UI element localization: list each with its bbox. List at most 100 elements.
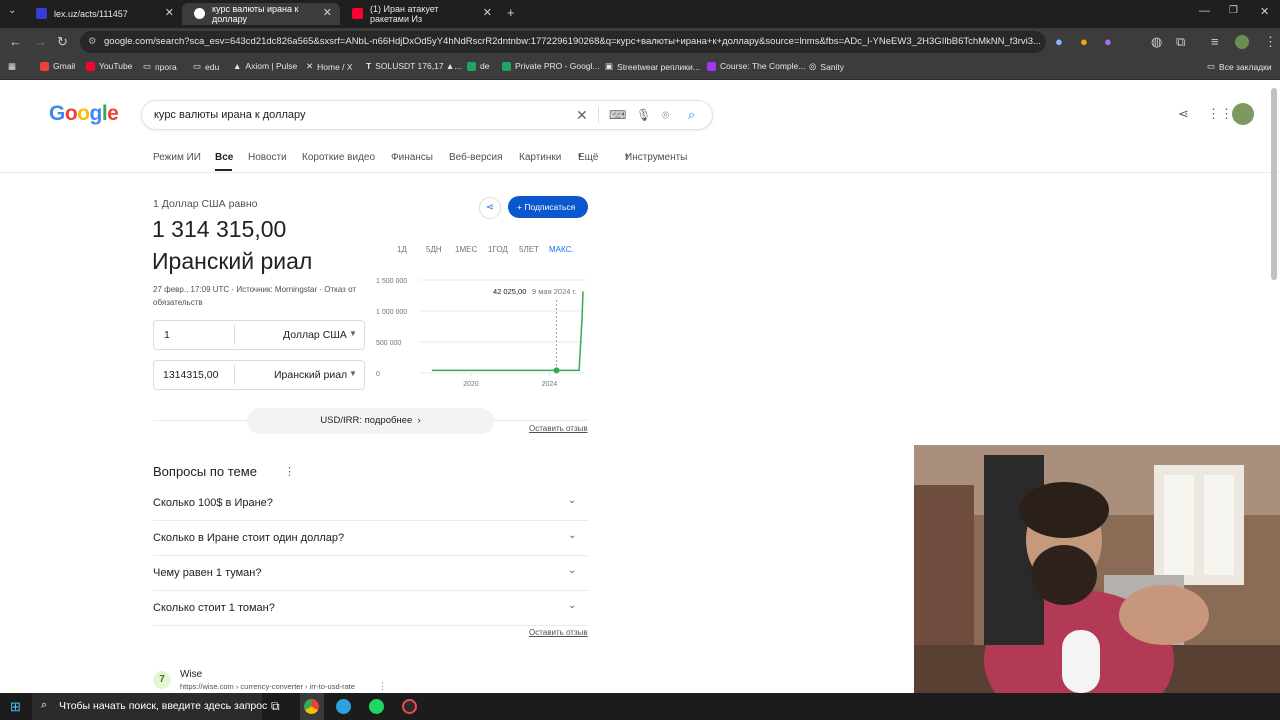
menu-lines-icon[interactable]: ≡ (1211, 34, 1219, 49)
extension-icon[interactable]: ◍ (1151, 34, 1162, 50)
bookmark-de[interactable]: de (467, 61, 489, 71)
kebab-menu-icon[interactable]: ⋮ (1264, 34, 1277, 50)
feedback-link[interactable]: Оставить отзыв (529, 424, 588, 433)
to-amount-input[interactable]: 1314315,00 (163, 369, 218, 381)
range-5d[interactable]: 5ДН (426, 245, 442, 254)
all-bookmarks[interactable]: ▭ Все закладки (1207, 61, 1272, 72)
subscribe-button[interactable]: + Подписаться (508, 196, 588, 218)
bookmark-youtube[interactable]: YouTube (86, 61, 132, 71)
bookmark-x[interactable]: ✕ Home / X (306, 61, 353, 72)
faq-item[interactable]: Сколько стоит 1 томан? ⌄ (153, 591, 588, 626)
share-icon[interactable]: ⋖ (1178, 106, 1189, 122)
feedback-link[interactable]: Оставить отзыв (529, 628, 588, 637)
faq-item[interactable]: Чему равен 1 туман? ⌄ (153, 556, 588, 591)
header-divider (0, 172, 1280, 173)
site-info-icon[interactable]: ⚙ (88, 31, 97, 53)
bookmark-gmail[interactable]: Gmail (40, 61, 75, 71)
taskbar-search[interactable]: ⌕ Чтобы начать поиск, введите здесь запр… (32, 693, 267, 720)
clear-icon[interactable]: ✕ (576, 101, 588, 129)
tab-finance[interactable]: Финансы (391, 152, 433, 163)
extension-icon[interactable]: ● (1104, 34, 1112, 49)
url-field[interactable]: ⚙ google.com/search?sca_esv=643cd21dc826… (80, 31, 1046, 53)
tab-images[interactable]: Картинки (519, 152, 561, 163)
extension-icon[interactable]: ● (1080, 34, 1088, 49)
tab-short-videos[interactable]: Короткие видео (302, 152, 375, 163)
bookmark-label: прога (155, 61, 177, 72)
windows-start-icon[interactable]: ⊞ (10, 699, 21, 715)
range-1m[interactable]: 1МЕС (455, 245, 477, 254)
card-divider (494, 420, 588, 421)
more-details-button[interactable]: USD/IRR: подробнее › (247, 408, 494, 434)
extension-icon[interactable]: ● (1055, 34, 1063, 49)
range-max[interactable]: МАКС. (549, 245, 574, 254)
forward-icon[interactable]: → (34, 34, 47, 49)
close-icon[interactable]: ✕ (323, 6, 332, 19)
to-currency-select[interactable]: Иранский риал (274, 369, 347, 381)
apps-grid-icon[interactable]: ⋮⋮ (1207, 106, 1233, 122)
reload-icon[interactable]: ↻ (57, 34, 68, 50)
faq-item[interactable]: Сколько в Иране стоит один доллар? ⌄ (153, 521, 588, 556)
account-avatar[interactable] (1232, 103, 1254, 125)
bookmark-label: Streetwear реплики... (617, 61, 700, 72)
range-5y[interactable]: 5ЛЕТ (519, 245, 539, 254)
from-currency-select[interactable]: Доллар США (283, 329, 347, 341)
bookmark-folder[interactable]: ▭ edu (193, 61, 219, 72)
window-close-icon[interactable]: ✕ (1260, 5, 1269, 18)
apps-grid-icon[interactable]: ▦ (8, 61, 16, 72)
bookmark-label: Все закладки (1219, 61, 1272, 72)
card-divider (153, 420, 247, 421)
back-icon[interactable]: ← (9, 34, 22, 49)
result-url[interactable]: https://wise.com › currency-converter › … (180, 682, 355, 691)
keyboard-icon[interactable]: ⌨ (609, 101, 626, 129)
telegram-icon[interactable] (336, 699, 351, 714)
faq-question: Сколько 100$ в Иране? (153, 497, 273, 509)
camera-lens-icon[interactable]: ⌾ (662, 101, 669, 129)
new-tab-icon[interactable]: + (507, 5, 515, 20)
from-amount-input[interactable]: 1 (164, 329, 170, 341)
microphone-icon[interactable]: 🎙 (636, 101, 651, 129)
maximize-icon[interactable]: ❐ (1229, 5, 1238, 16)
tab-lex[interactable]: lex.uz/acts/111457 ✕ (24, 3, 182, 25)
obs-icon[interactable] (402, 699, 417, 714)
bookmark-private-pro[interactable]: Private PRO - Googl... (502, 61, 600, 71)
bookmark-solusdt[interactable]: T SOLUSDT 176,17 ▲... (366, 61, 461, 71)
tab-youtube[interactable]: (1) Иран атакует ракетами Из ✕ (340, 3, 500, 25)
result-site[interactable]: Wise (180, 669, 202, 680)
caret-down-icon[interactable]: ▼ (349, 329, 357, 338)
minimize-icon[interactable]: — (1199, 5, 1210, 17)
gmail-icon (40, 61, 49, 71)
spotify-icon[interactable] (369, 699, 384, 714)
faq-item[interactable]: Сколько 100$ в Иране? ⌄ (153, 486, 588, 521)
tab-news[interactable]: Новости (248, 152, 287, 163)
bookmark-sanity[interactable]: ◎ Sanity (809, 61, 844, 72)
rate-chart[interactable]: 1 500 000 1 000 000 500 000 0 2020 2024 42 025… (370, 272, 592, 392)
faq-title: Вопросы по теме (153, 464, 257, 479)
tab-search-icon[interactable]: ⌄ (8, 5, 16, 16)
share-button[interactable]: ⋖ (479, 197, 501, 219)
caret-down-icon[interactable]: ▼ (349, 369, 357, 378)
profile-avatar-icon[interactable] (1235, 35, 1249, 49)
kebab-menu-icon[interactable]: ⋮ (378, 681, 387, 692)
bookmark-course[interactable]: Course: The Comple... (707, 61, 805, 71)
tab-all[interactable]: Все (215, 152, 233, 163)
range-1y[interactable]: 1ГОД (488, 245, 508, 254)
range-1d[interactable]: 1Д (397, 245, 407, 254)
tab-google[interactable]: курс валюты ирана к доллару ✕ (182, 3, 340, 25)
extensions-puzzle-icon[interactable]: ⧉ (1176, 34, 1185, 50)
google-logo[interactable]: Google (49, 102, 119, 126)
search-icon[interactable]: ⌕ (688, 101, 695, 129)
close-icon[interactable]: ✕ (165, 6, 174, 19)
search-input[interactable]: курс валюты ирана к доллару ✕ ⌨ 🎙 ⌾ ⌕ (141, 100, 713, 130)
taskbar-chrome-active[interactable] (300, 693, 324, 720)
bookmark-streetwear[interactable]: ▣ Streetwear реплики... (605, 61, 700, 72)
share-icon: ⋖ (485, 202, 495, 213)
tab-ai-mode[interactable]: Режим ИИ (153, 152, 201, 163)
task-view-icon[interactable]: ⧉ (271, 699, 280, 714)
bookmark-axiom[interactable]: ▲ Axiom | Pulse (233, 61, 297, 71)
tab-web[interactable]: Веб-версия (449, 152, 503, 163)
close-icon[interactable]: ✕ (483, 6, 492, 19)
axiom-icon: ▲ (233, 61, 242, 71)
page-scrollbar[interactable] (1271, 88, 1277, 280)
kebab-menu-icon[interactable]: ⋮ (284, 465, 295, 478)
bookmark-folder[interactable]: ▭ прога (143, 61, 177, 72)
